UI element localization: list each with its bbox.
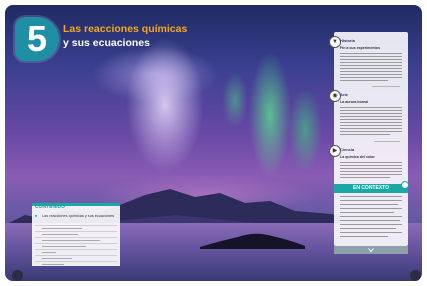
text-line — [340, 177, 390, 179]
text-line — [340, 68, 402, 70]
info-heading: La aurora boreal — [340, 100, 369, 104]
text-line — [340, 134, 390, 136]
text-line — [340, 131, 402, 133]
text-line — [340, 128, 402, 130]
text-line — [340, 171, 402, 173]
contents-title: CONTENIDO — [35, 204, 65, 210]
text-line — [340, 168, 402, 170]
text-line — [340, 74, 402, 76]
contents-row-divider — [35, 261, 117, 262]
info-heading: La química del color — [340, 155, 375, 159]
text-line — [340, 71, 402, 73]
page-number-right-icon — [410, 270, 421, 281]
text-line — [340, 196, 402, 198]
text-line — [340, 119, 402, 121]
info-tab-label: Historia — [340, 38, 355, 43]
context-dot-icon[interactable] — [401, 181, 409, 189]
contents-item-line[interactable] — [42, 246, 86, 248]
text-line — [340, 236, 388, 238]
contents-item-line[interactable] — [42, 228, 82, 230]
island-silhouette — [200, 233, 305, 249]
info-heading: Fin a sus experimentos — [340, 46, 380, 50]
contents-box: CONTENIDO ■ Las reacciones químicas y su… — [32, 203, 120, 266]
text-line — [340, 200, 402, 202]
text-line — [340, 165, 402, 167]
text-line — [340, 162, 402, 164]
text-line — [340, 113, 402, 115]
contents-item-line[interactable] — [42, 258, 72, 260]
chapter-subtitle: y sus ecuaciones — [63, 37, 150, 49]
text-line — [340, 125, 402, 127]
text-line — [340, 204, 398, 206]
text-line — [340, 174, 402, 176]
contents-item[interactable]: Las reacciones químicas y sus ecuaciones — [42, 214, 116, 219]
text-line — [340, 65, 402, 67]
contents-row-divider — [35, 237, 117, 238]
scroll-down-button[interactable] — [334, 246, 408, 254]
chapter-number: 5 — [26, 18, 48, 59]
text-line — [340, 110, 402, 112]
text-line — [340, 208, 402, 210]
text-line — [340, 107, 402, 109]
contents-row-divider — [35, 225, 117, 226]
context-label: EN CONTEXTO — [352, 185, 390, 191]
text-line — [340, 216, 402, 218]
contents-item-line[interactable] — [42, 234, 78, 236]
chapter-title: Las reacciones químicas — [63, 23, 188, 35]
contents-item-line[interactable] — [42, 240, 100, 242]
info-tab-label: Ciencia — [340, 147, 355, 152]
contents-bullet: ■ — [35, 214, 38, 218]
caption-line — [374, 141, 400, 143]
info-tab-label: Arte — [340, 92, 349, 97]
text-line — [340, 53, 402, 55]
text-line — [340, 59, 402, 61]
text-line — [340, 232, 402, 234]
text-line — [340, 116, 402, 118]
caption-line — [372, 86, 400, 88]
contents-item-line[interactable] — [42, 264, 64, 266]
context-bar[interactable]: EN CONTEXTO — [334, 184, 408, 193]
text-line — [340, 80, 388, 82]
chapter-number-badge: 5 — [15, 17, 59, 61]
text-line — [340, 122, 402, 124]
page-number-left-icon — [12, 270, 23, 281]
contents-item-line[interactable] — [42, 252, 56, 254]
text-line — [340, 62, 402, 64]
text-line — [340, 212, 394, 214]
contents-row-divider — [35, 231, 117, 232]
text-line — [340, 56, 402, 58]
text-line — [340, 220, 400, 222]
text-line — [340, 228, 396, 230]
chevron-down-icon — [368, 248, 374, 253]
info-panel: ▼ Historia Fin a sus experimentos ◉ Arte… — [329, 32, 408, 246]
contents-row-divider — [35, 249, 117, 250]
contents-row-divider — [35, 255, 117, 256]
text-line — [340, 77, 402, 79]
text-line — [340, 224, 402, 226]
contents-row-divider — [35, 243, 117, 244]
